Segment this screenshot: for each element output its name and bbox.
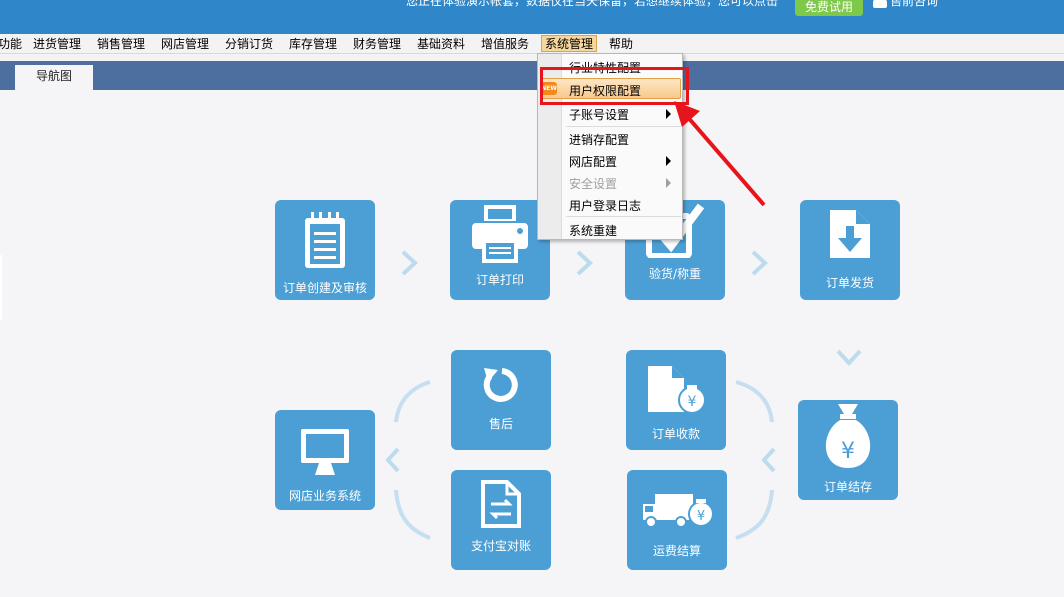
chevron-right-icon (401, 250, 418, 276)
card-order-print-label: 订单打印 (475, 273, 524, 287)
card-order-ship[interactable]: 订单发货 (800, 200, 900, 300)
document-download-icon (830, 210, 870, 258)
dropdown-item-login-log[interactable]: 用户登录日志 (569, 197, 641, 214)
headset-icon (873, 0, 887, 8)
main-menubar: 功能 进货管理 销售管理 网店管理 分销订货 库存管理 财务管理 基础资料 增值… (0, 34, 1064, 54)
card-order-settle[interactable]: ¥ 订单结存 (798, 400, 898, 500)
chevron-left-icon (761, 447, 776, 473)
left-edge-handle (0, 255, 2, 320)
printer-icon (472, 205, 528, 263)
monitor-icon (301, 429, 349, 475)
chevron-left-icon (385, 447, 400, 473)
card-shop-system[interactable]: 网店业务系统 (275, 410, 375, 510)
menu-item-shop[interactable]: 网店管理 (161, 36, 209, 53)
menu-item-basic-data[interactable]: 基础资料 (417, 36, 465, 53)
dropdown-item-shop-config[interactable]: 网店配置 (569, 153, 617, 170)
chevron-down-icon (836, 349, 862, 366)
menu-item-sales[interactable]: 销售管理 (97, 36, 145, 53)
menu-item-distribution[interactable]: 分销订货 (225, 36, 273, 53)
money-bag-icon: ¥ (825, 404, 871, 468)
dropdown-separator (566, 216, 681, 217)
card-order-print[interactable]: 订单打印 (450, 200, 550, 300)
menu-item-functions[interactable]: 功能 (0, 36, 22, 53)
dropdown-item-system-rebuild[interactable]: 系统重建 (569, 222, 617, 239)
top-header: 您正在体验演示帐套，数据仅在当天保留，若想继续体验，您可以点击 免费试用 售前咨… (0, 0, 1064, 34)
consult-label: 售前咨询 (890, 0, 939, 8)
demo-notice: 您正在体验演示帐套，数据仅在当天保留，若想继续体验，您可以点击 (406, 0, 779, 8)
presale-consult-link[interactable]: 售前咨询 (873, 0, 938, 9)
flow-connector-arcs (394, 380, 774, 540)
svg-text:¥: ¥ (841, 439, 855, 464)
card-order-create[interactable]: 订单创建及审核 (275, 200, 375, 300)
menu-item-finance[interactable]: 财务管理 (353, 36, 401, 53)
menu-item-inventory[interactable]: 库存管理 (289, 36, 337, 53)
card-order-ship-label: 订单发货 (825, 276, 874, 290)
dropdown-item-inventory-config[interactable]: 进销存配置 (569, 131, 629, 148)
notepad-icon (305, 212, 345, 268)
free-trial-button[interactable]: 免费试用 (795, 0, 863, 16)
card-order-settle-label: 订单结存 (823, 480, 872, 494)
card-inspect-weigh-label: 验货/称重 (648, 267, 702, 281)
tab-bar: 导航图 (0, 61, 1064, 90)
tab-navigation-map[interactable]: 导航图 (15, 65, 93, 90)
chevron-right-icon (576, 250, 593, 276)
dropdown-item-security: 安全设置 (569, 177, 618, 191)
menu-item-system[interactable]: 系统管理 (541, 35, 598, 52)
chevron-right-icon (751, 250, 768, 276)
annotation-arrow-icon (674, 101, 766, 207)
card-order-create-label: 订单创建及审核 (282, 281, 367, 295)
dropdown-item-subaccount[interactable]: 子账号设置 (569, 106, 629, 123)
menu-item-purchase[interactable]: 进货管理 (33, 36, 81, 53)
menu-item-value-added[interactable]: 增值服务 (481, 36, 529, 53)
menu-item-help[interactable]: 帮助 (609, 36, 633, 53)
card-shop-system-label: 网店业务系统 (288, 489, 361, 503)
